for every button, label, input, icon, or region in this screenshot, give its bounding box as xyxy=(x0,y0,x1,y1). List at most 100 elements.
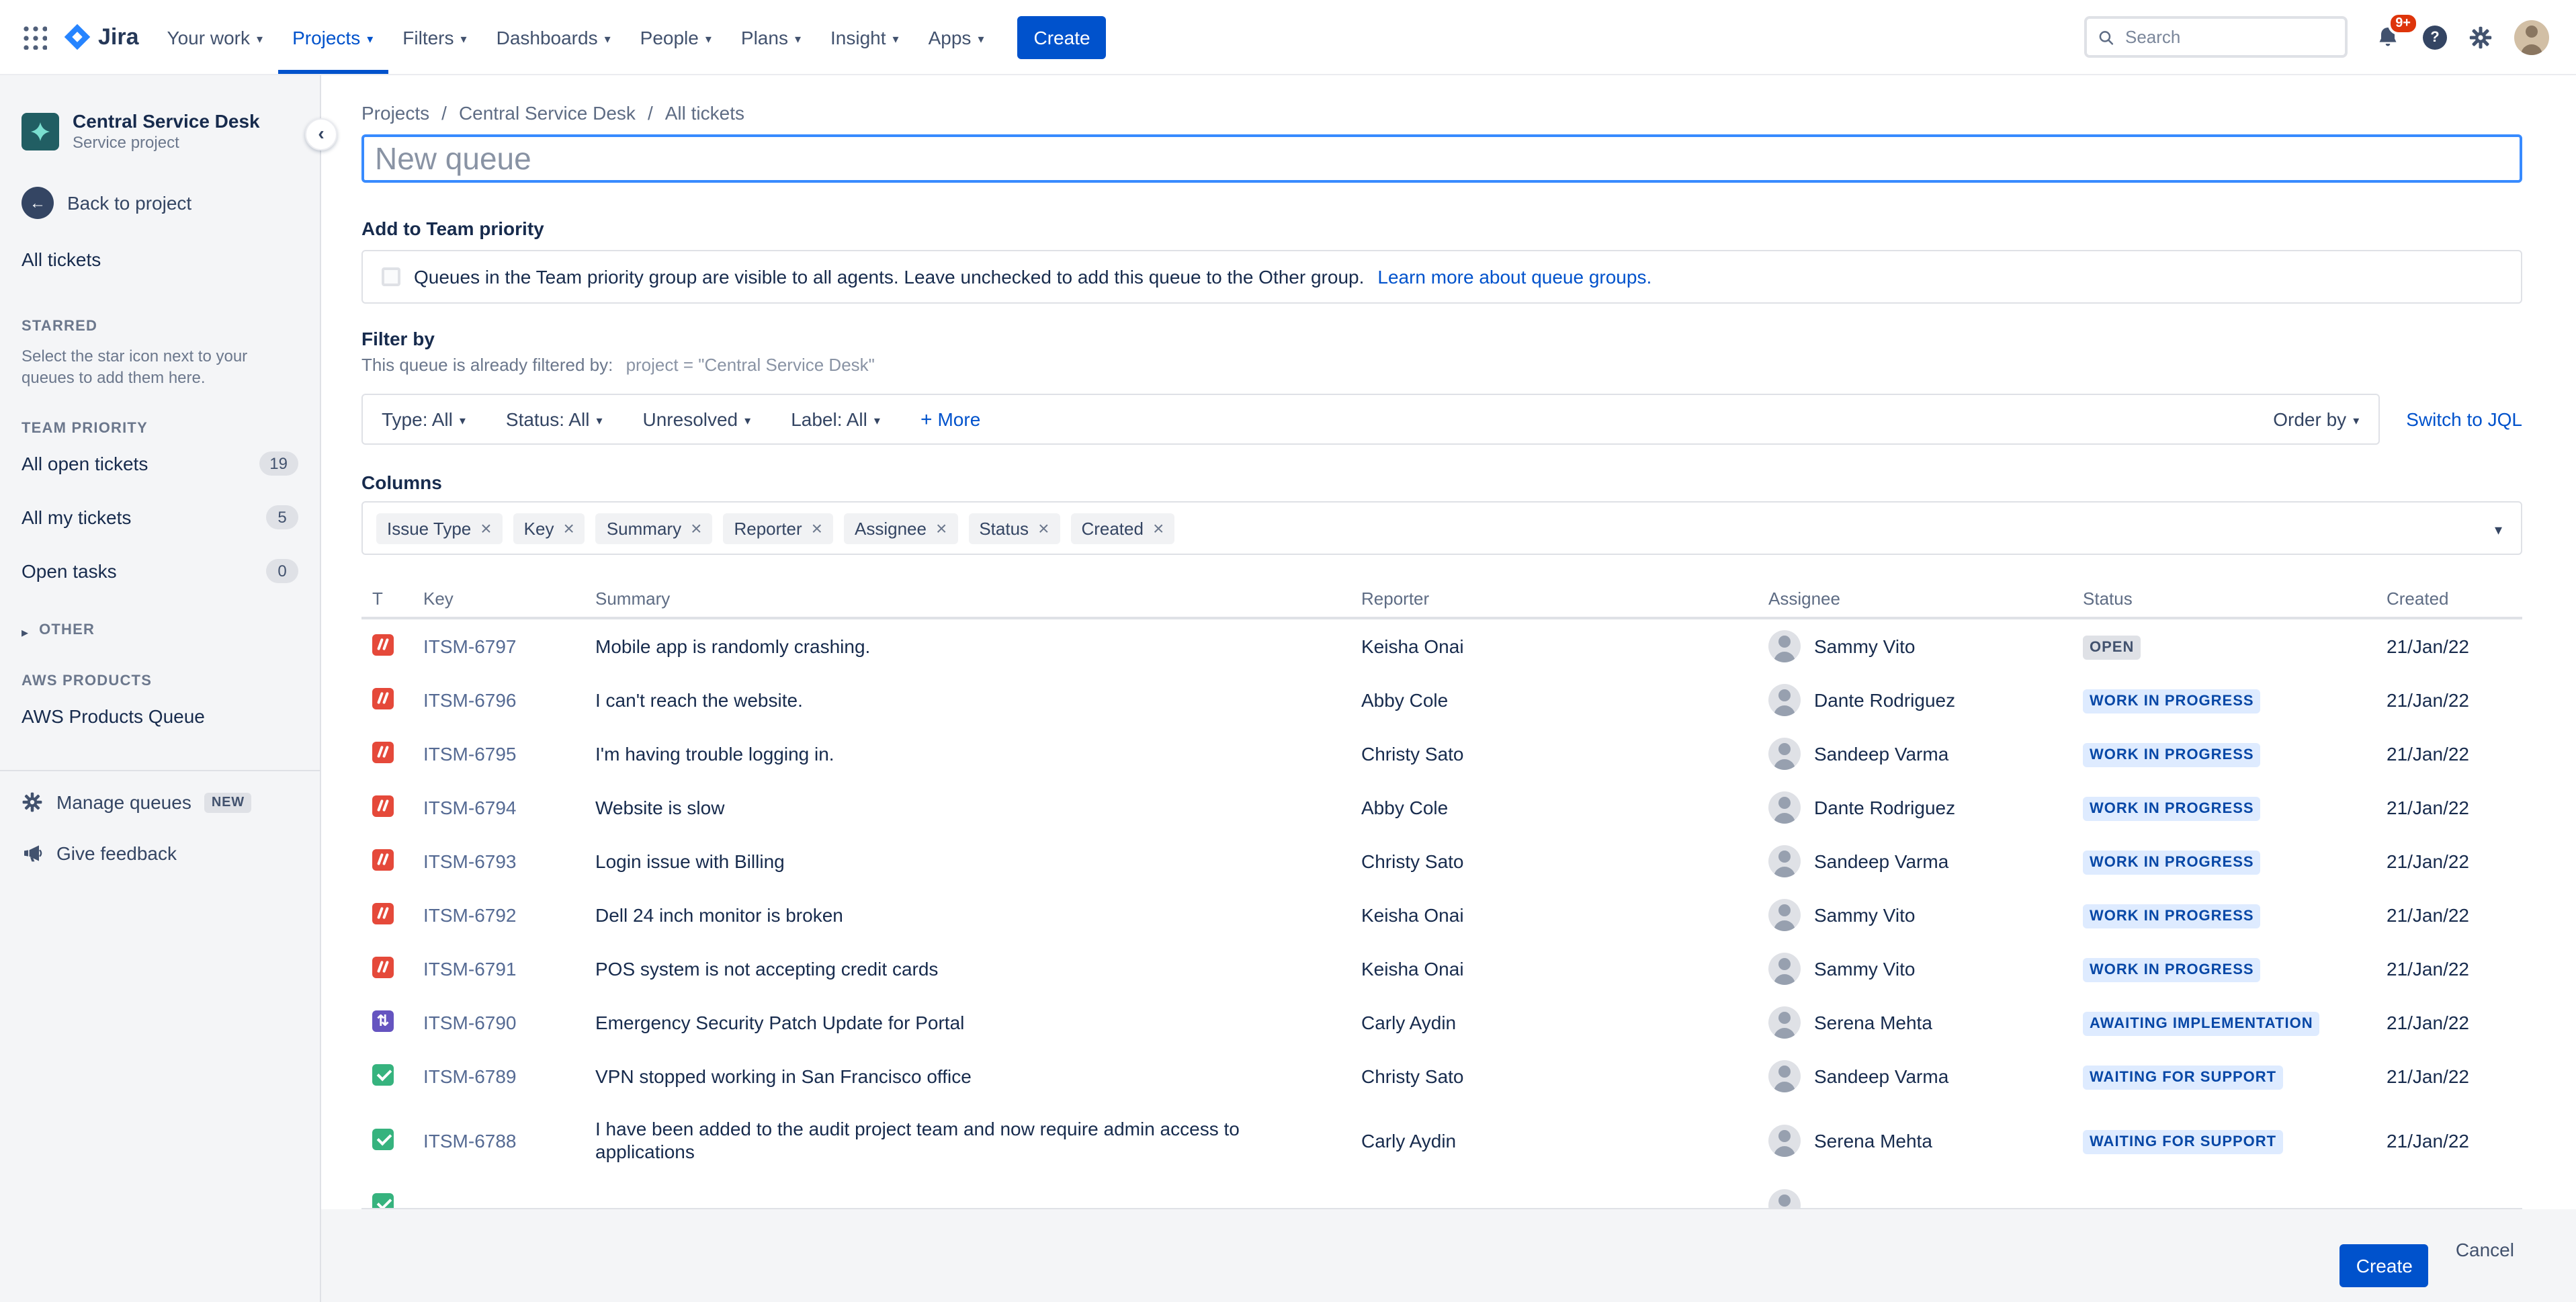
create-queue-button[interactable]: Create xyxy=(2339,1244,2429,1287)
table-row[interactable]: ITSM-6793 Login issue with Billing Chris… xyxy=(361,834,2522,888)
status-badge: WORK IN PROGRESS xyxy=(2083,957,2261,982)
queue-groups-link[interactable]: Learn more about queue groups. xyxy=(1377,266,1651,288)
label-filter-dropdown[interactable]: Label: All xyxy=(791,408,880,430)
issue-summary-link[interactable]: Dell 24 inch monitor is broken xyxy=(595,904,1361,926)
table-row[interactable]: ITSM-6797 Mobile app is randomly crashin… xyxy=(361,619,2522,673)
sidebar-item-open-tasks[interactable]: Open tasks 0 xyxy=(0,544,320,598)
issue-summary-link[interactable]: Mobile app is randomly crashing. xyxy=(595,635,1361,658)
issue-summary-link[interactable]: VPN stopped working in San Francisco off… xyxy=(595,1065,1361,1088)
order-by-dropdown[interactable]: Order by xyxy=(2273,408,2359,430)
table-row[interactable]: ITSM-6791 POS system is not accepting cr… xyxy=(361,942,2522,996)
nav-item-people[interactable]: People xyxy=(626,0,726,74)
manage-queues-button[interactable]: Manage queues NEW xyxy=(0,777,320,828)
nav-item-filters[interactable]: Filters xyxy=(388,0,481,74)
column-chip-created[interactable]: Created xyxy=(1070,513,1175,544)
columns-select[interactable]: Issue Type Key Summary Reporter Assignee… xyxy=(361,501,2522,555)
global-create-button[interactable]: Create xyxy=(1017,15,1107,58)
issue-key-link[interactable]: ITSM-6795 xyxy=(423,743,595,765)
type-filter-dropdown[interactable]: Type: All xyxy=(382,408,466,430)
issue-summary-link[interactable]: Emergency Security Patch Update for Port… xyxy=(595,1011,1361,1034)
nav-item-projects[interactable]: Projects xyxy=(277,0,388,74)
status-filter-dropdown[interactable]: Status: All xyxy=(506,408,603,430)
issue-summary-link[interactable]: POS system is not accepting credit cards xyxy=(595,957,1361,980)
table-row[interactable]: ITSM-6796 I can't reach the website. Abb… xyxy=(361,673,2522,727)
remove-icon[interactable] xyxy=(563,519,574,537)
issue-key-link[interactable]: ITSM-6797 xyxy=(423,636,595,657)
issue-summary-link[interactable]: Login issue with Billing xyxy=(595,850,1361,873)
chevron-right-icon xyxy=(22,619,28,641)
issue-key-link[interactable]: ITSM-6796 xyxy=(423,689,595,711)
col-header-summary: Summary xyxy=(595,588,671,608)
column-chip-assignee[interactable]: Assignee xyxy=(844,513,958,544)
prefilter-jql: project = "Central Service Desk" xyxy=(626,355,875,375)
table-row[interactable]: ITSM-6790 Emergency Security Patch Updat… xyxy=(361,996,2522,1049)
help-button[interactable] xyxy=(2415,17,2455,57)
nav-item-apps[interactable]: Apps xyxy=(914,0,999,74)
issue-key-link[interactable]: ITSM-6790 xyxy=(423,1012,595,1033)
issue-key-link[interactable]: ITSM-6791 xyxy=(423,958,595,980)
sidebar-item-aws-products-queue[interactable]: AWS Products Queue xyxy=(0,689,320,743)
sidebar-item-all-my-tickets[interactable]: All my tickets 5 xyxy=(0,490,320,544)
nav-item-plans[interactable]: Plans xyxy=(726,0,816,74)
table-row[interactable]: ITSM-6792 Dell 24 inch monitor is broken… xyxy=(361,888,2522,942)
column-chip-status[interactable]: Status xyxy=(968,513,1060,544)
nav-item-dashboards[interactable]: Dashboards xyxy=(482,0,626,74)
issue-key-link[interactable]: ITSM-6789 xyxy=(423,1066,595,1087)
column-chip-reporter[interactable]: Reporter xyxy=(723,513,833,544)
table-row-partial[interactable] xyxy=(361,1178,2522,1208)
breadcrumb-all-tickets[interactable]: All tickets xyxy=(636,102,744,124)
table-row[interactable]: ITSM-6795 I'm having trouble logging in.… xyxy=(361,727,2522,781)
cancel-button[interactable]: Cancel xyxy=(2448,1228,2522,1271)
table-row[interactable]: ITSM-6788 I have been added to the audit… xyxy=(361,1103,2522,1178)
status-badge: AWAITING IMPLEMENTATION xyxy=(2083,1011,2320,1035)
issue-key-link[interactable]: ITSM-6793 xyxy=(423,851,595,872)
remove-icon[interactable] xyxy=(691,519,701,537)
filter-label: Type: All xyxy=(382,408,453,430)
search-box[interactable] xyxy=(2084,16,2348,58)
remove-icon[interactable] xyxy=(1038,519,1049,537)
remove-icon[interactable] xyxy=(480,519,491,537)
issue-summary-link[interactable]: I have been added to the audit project t… xyxy=(595,1118,1361,1164)
issue-key-link[interactable]: ITSM-6788 xyxy=(423,1130,595,1152)
switch-to-jql-link[interactable]: Switch to JQL xyxy=(2406,408,2522,430)
sidebar-item-all-open-tickets[interactable]: All open tickets 19 xyxy=(0,437,320,490)
queue-name-input[interactable] xyxy=(361,134,2522,183)
remove-icon[interactable] xyxy=(936,519,947,537)
remove-icon[interactable] xyxy=(1153,519,1164,537)
nav-item-label: Projects xyxy=(292,26,361,48)
other-group-toggle[interactable]: OTHER xyxy=(0,619,320,641)
table-row[interactable]: ITSM-6794 Website is slow Abby Cole Dant… xyxy=(361,781,2522,834)
back-to-project[interactable]: Back to project xyxy=(0,187,320,219)
column-chip-issue-type[interactable]: Issue Type xyxy=(376,513,503,544)
search-input[interactable] xyxy=(2122,26,2334,48)
column-chip-key[interactable]: Key xyxy=(513,513,585,544)
created-date: 21/Jan/22 xyxy=(2387,851,2469,872)
remove-icon[interactable] xyxy=(812,519,822,537)
sidebar-item-all-tickets[interactable]: All tickets xyxy=(0,232,320,286)
issue-key-link[interactable]: ITSM-6794 xyxy=(423,797,595,818)
notifications-button[interactable]: 9+ xyxy=(2366,11,2419,58)
give-feedback-button[interactable]: Give feedback xyxy=(0,828,320,879)
table-row[interactable]: ITSM-6789 VPN stopped working in San Fra… xyxy=(361,1049,2522,1103)
nav-item-your-work[interactable]: Your work xyxy=(153,0,278,74)
issue-summary-link[interactable]: I'm having trouble logging in. xyxy=(595,742,1361,765)
resolution-filter-dropdown[interactable]: Unresolved xyxy=(643,408,751,430)
jira-logo[interactable]: Jira xyxy=(63,0,139,74)
issue-key-link[interactable]: ITSM-6792 xyxy=(423,904,595,926)
issue-summary-link[interactable]: Website is slow xyxy=(595,796,1361,819)
profile-avatar[interactable] xyxy=(2506,11,2557,62)
settings-button[interactable] xyxy=(2460,17,2501,57)
nav-item-insight[interactable]: Insight xyxy=(816,0,914,74)
service-request-icon xyxy=(372,1064,394,1085)
team-priority-checkbox[interactable] xyxy=(382,267,400,286)
column-chip-summary[interactable]: Summary xyxy=(595,513,713,544)
breadcrumb-central-service-desk[interactable]: Central Service Desk xyxy=(429,102,636,124)
app-switcher-icon[interactable] xyxy=(13,16,55,58)
issue-summary-link[interactable]: I can't reach the website. xyxy=(595,689,1361,711)
col-header-status: Status xyxy=(2083,588,2133,608)
nav-item-label: Plans xyxy=(740,26,788,48)
breadcrumb-projects[interactable]: Projects xyxy=(361,102,429,124)
sidebar-collapse-button[interactable] xyxy=(305,118,337,150)
chevron-down-icon[interactable] xyxy=(2495,517,2502,539)
more-filters-button[interactable]: More xyxy=(920,408,980,431)
